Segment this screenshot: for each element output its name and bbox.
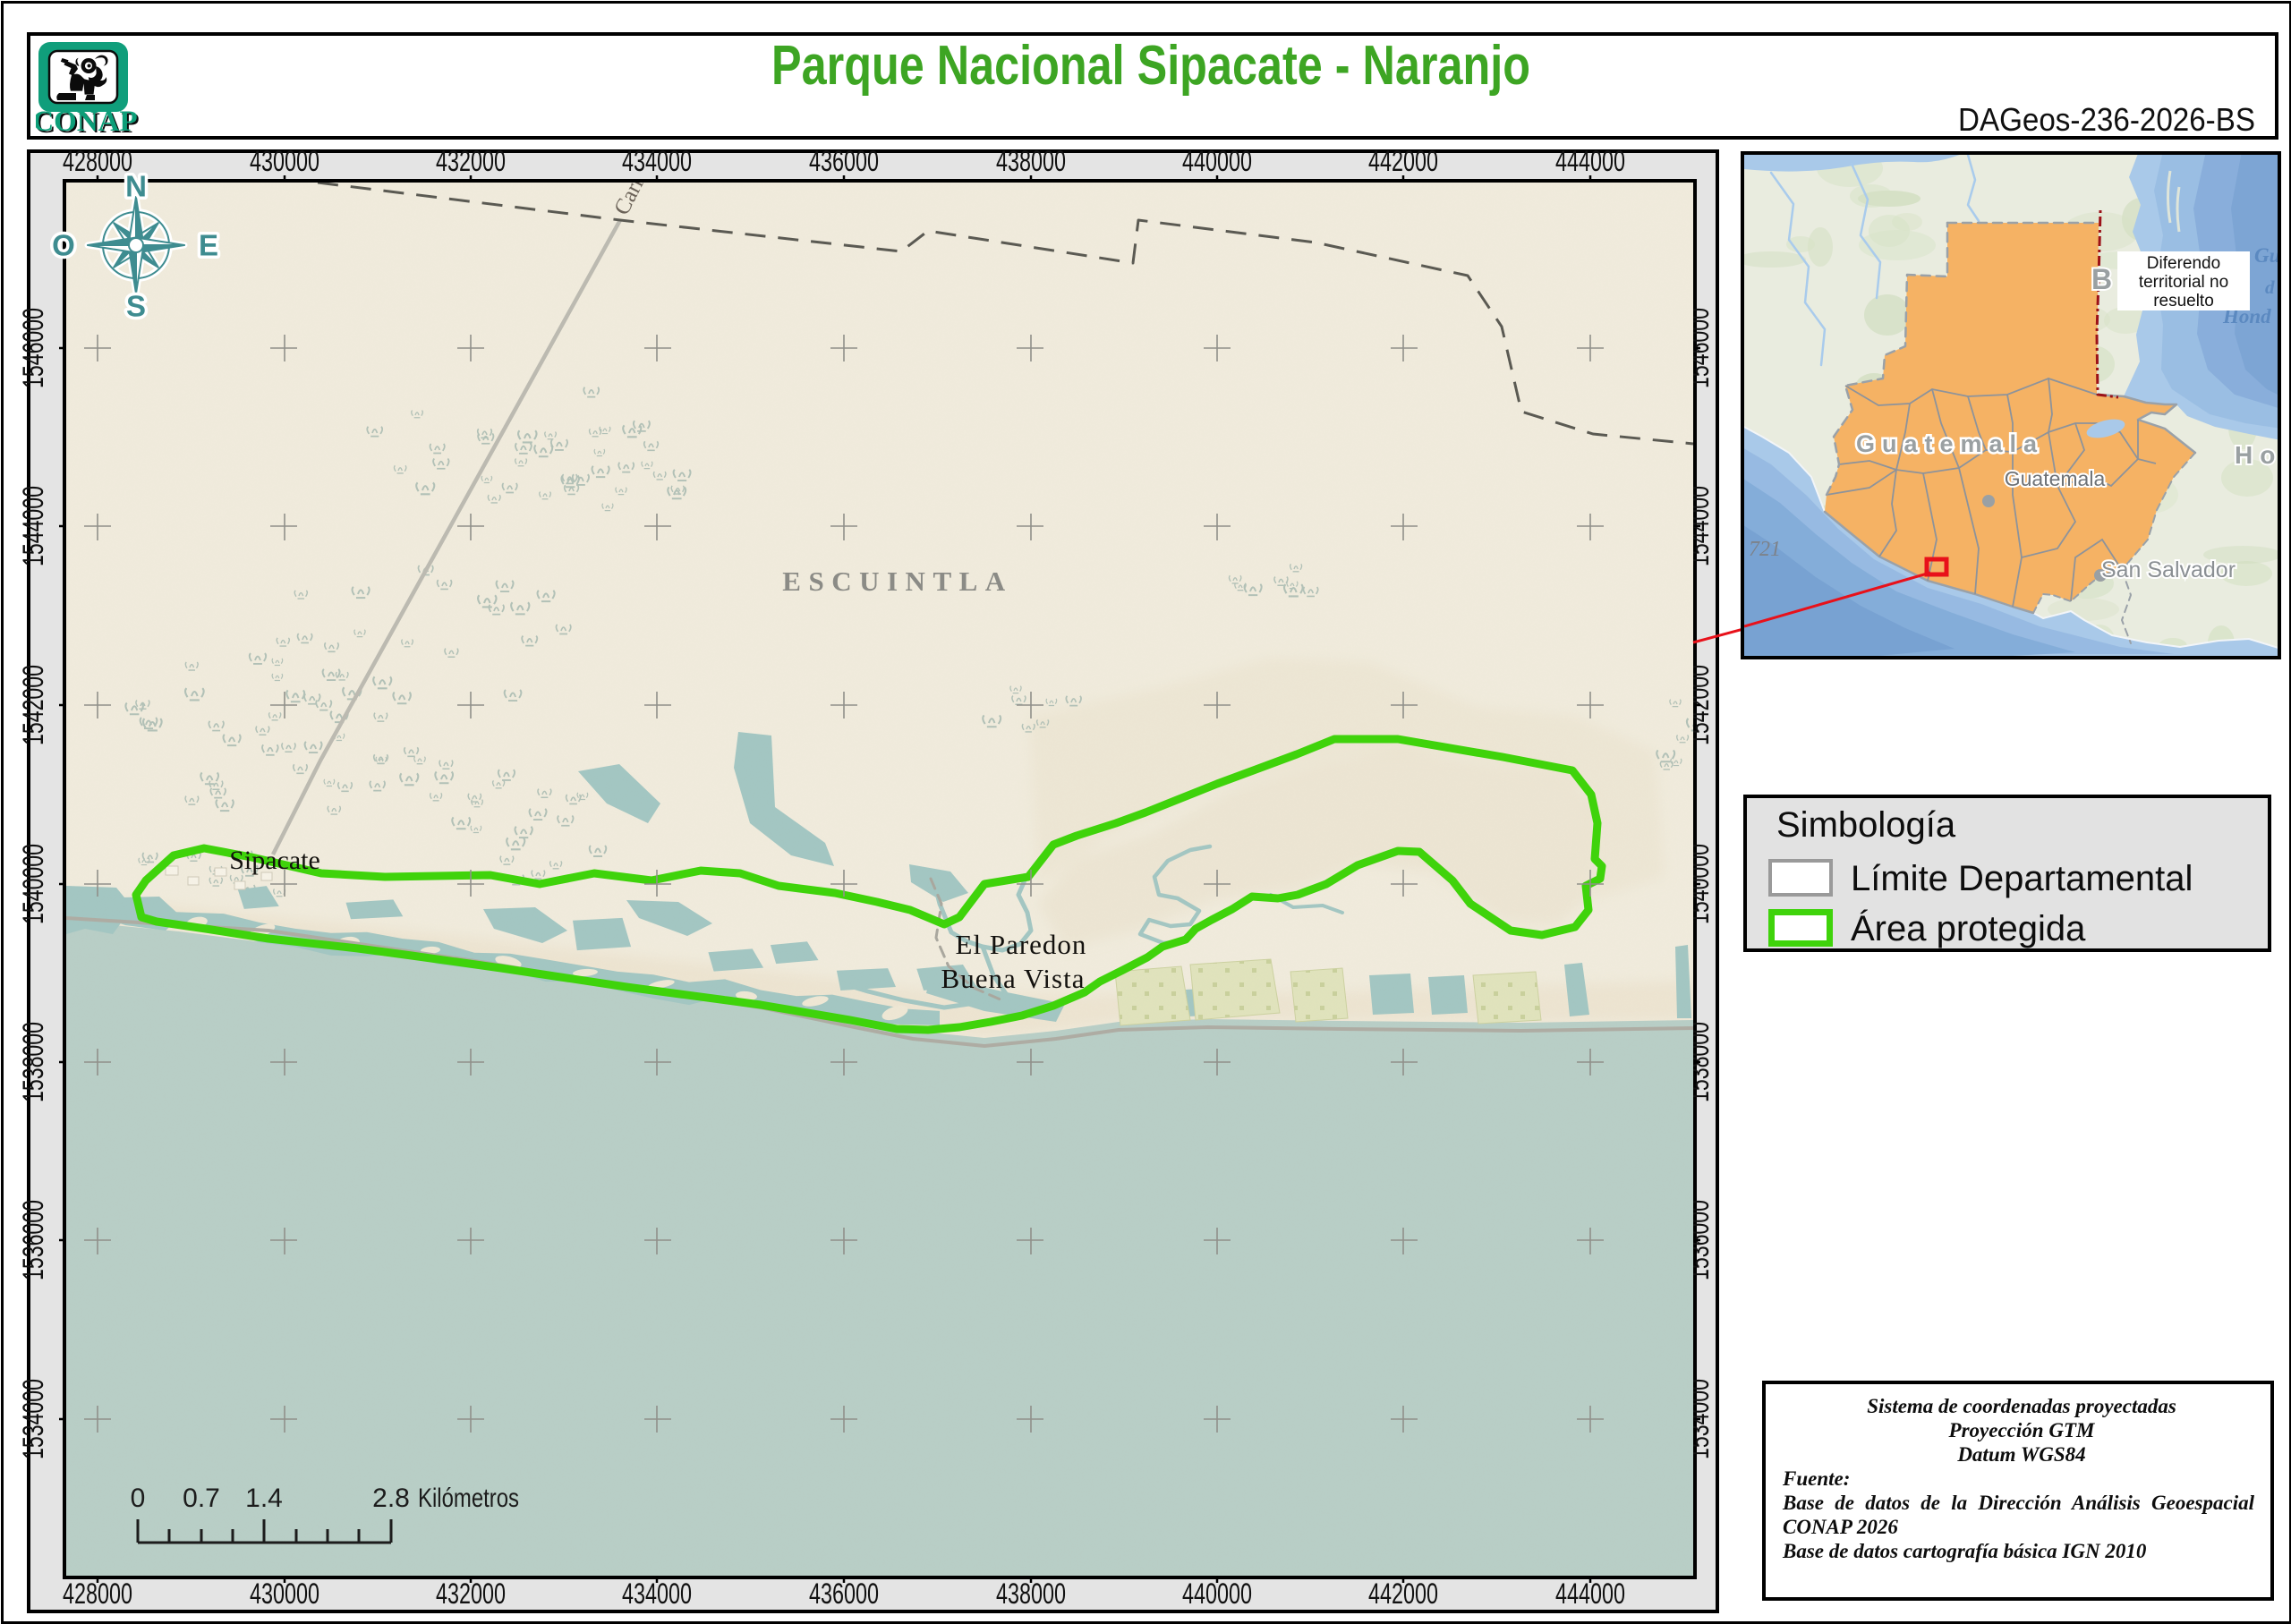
svg-text:440000: 440000 [1182,145,1252,177]
svg-text:Kilómetros: Kilómetros [418,1484,519,1513]
svg-text:436000: 436000 [809,145,879,177]
svg-text:Guatemala: Guatemala [2005,467,2106,490]
svg-text:1.4: 1.4 [245,1484,283,1513]
svg-text:DAGeos-236-2026-BS: DAGeos-236-2026-BS [1958,101,2255,138]
svg-text:El Paredon: El Paredon [956,929,1087,960]
svg-text:E: E [199,229,218,262]
svg-text:430000: 430000 [250,145,319,177]
svg-text:0.7: 0.7 [183,1484,220,1513]
svg-text:B: B [2091,263,2112,295]
svg-text:Ho: Ho [2235,441,2278,469]
svg-text:Parque Nacional Sipacate - Nar: Parque Nacional Sipacate - Naranjo [771,35,1530,97]
svg-text:428000: 428000 [63,145,132,177]
svg-text:San Salvador: San Salvador [2101,557,2236,582]
svg-text:Buena Vista: Buena Vista [941,963,1086,994]
svg-text:1546000: 1546000 [17,308,49,388]
svg-text:1540000: 1540000 [17,844,49,924]
svg-text:432000: 432000 [436,145,506,177]
svg-text:N: N [125,170,147,203]
svg-text:d: d [2265,276,2275,298]
svg-text:territorial no: territorial no [2139,273,2228,292]
svg-text:O: O [52,229,75,262]
svg-text:1536000: 1536000 [17,1200,49,1280]
svg-text:438000: 438000 [996,145,1066,177]
svg-text:1534000: 1534000 [17,1379,49,1459]
svg-text:Diferendo: Diferendo [2147,254,2220,273]
svg-text:1544000: 1544000 [17,486,49,566]
svg-text:444000: 444000 [1555,145,1625,177]
svg-text:ESCUINTLA: ESCUINTLA [782,565,1012,597]
svg-text:0: 0 [131,1484,146,1513]
svg-text:Guatemala: Guatemala [1856,430,2044,457]
svg-text:2.8: 2.8 [372,1484,410,1513]
svg-text:721: 721 [1749,538,1781,561]
svg-text:1542000: 1542000 [17,665,49,745]
svg-text:1538000: 1538000 [17,1022,49,1102]
svg-text:S: S [126,290,146,323]
svg-text:Sipacate: Sipacate [229,846,320,875]
svg-text:442000: 442000 [1368,145,1438,177]
svg-text:434000: 434000 [622,145,692,177]
svg-text:resuelto: resuelto [2153,292,2214,310]
svg-text:Gu: Gu [2254,244,2278,267]
